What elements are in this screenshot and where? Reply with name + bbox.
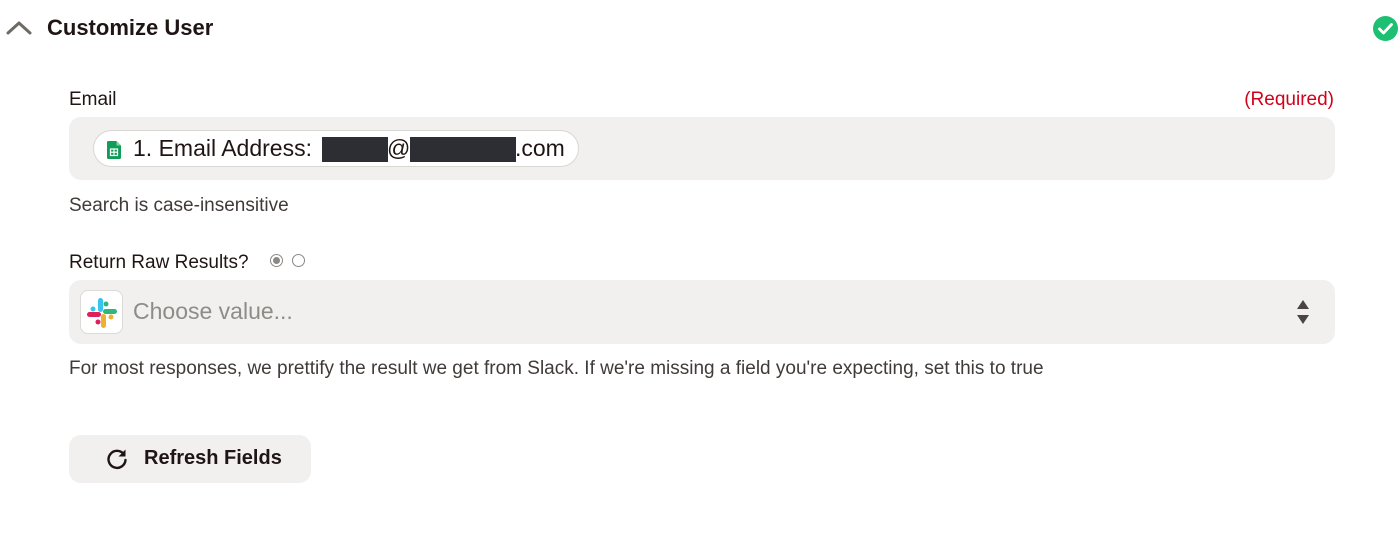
refresh-fields-button[interactable]: Refresh Fields — [69, 435, 311, 483]
radio-true[interactable] — [270, 254, 283, 267]
redacted-block — [322, 137, 388, 162]
redacted-block — [410, 137, 516, 162]
chevron-up-icon[interactable] — [6, 18, 32, 38]
raw-results-label: Return Raw Results? — [69, 252, 249, 273]
sort-updown-icon — [1297, 300, 1309, 324]
google-sheets-icon — [107, 141, 121, 159]
raw-results-select[interactable]: Choose value... — [69, 280, 1335, 344]
pill-domain-suffix: .com — [515, 135, 565, 161]
slack-icon — [87, 298, 117, 328]
email-field[interactable]: 1. Email Address: @ .com — [69, 117, 1335, 180]
refresh-fields-label: Refresh Fields — [144, 447, 282, 469]
select-placeholder: Choose value... — [133, 298, 293, 324]
pill-label: 1. Email Address: — [133, 135, 312, 161]
email-label: Email — [69, 89, 117, 110]
section-header[interactable]: Customize User — [0, 0, 1400, 58]
section-title: Customize User — [47, 15, 214, 40]
refresh-icon — [107, 449, 127, 470]
email-mapped-value-pill[interactable]: 1. Email Address: @ .com — [93, 130, 579, 167]
email-help-text: Search is case-insensitive — [69, 195, 289, 216]
slack-app-tile — [80, 290, 123, 334]
radio-false[interactable] — [292, 254, 305, 267]
raw-results-help-text: For most responses, we prettify the resu… — [69, 358, 1044, 379]
check-circle-icon — [1373, 16, 1398, 41]
required-indicator: (Required) — [1244, 89, 1334, 110]
pill-at-sign: @ — [387, 135, 411, 161]
